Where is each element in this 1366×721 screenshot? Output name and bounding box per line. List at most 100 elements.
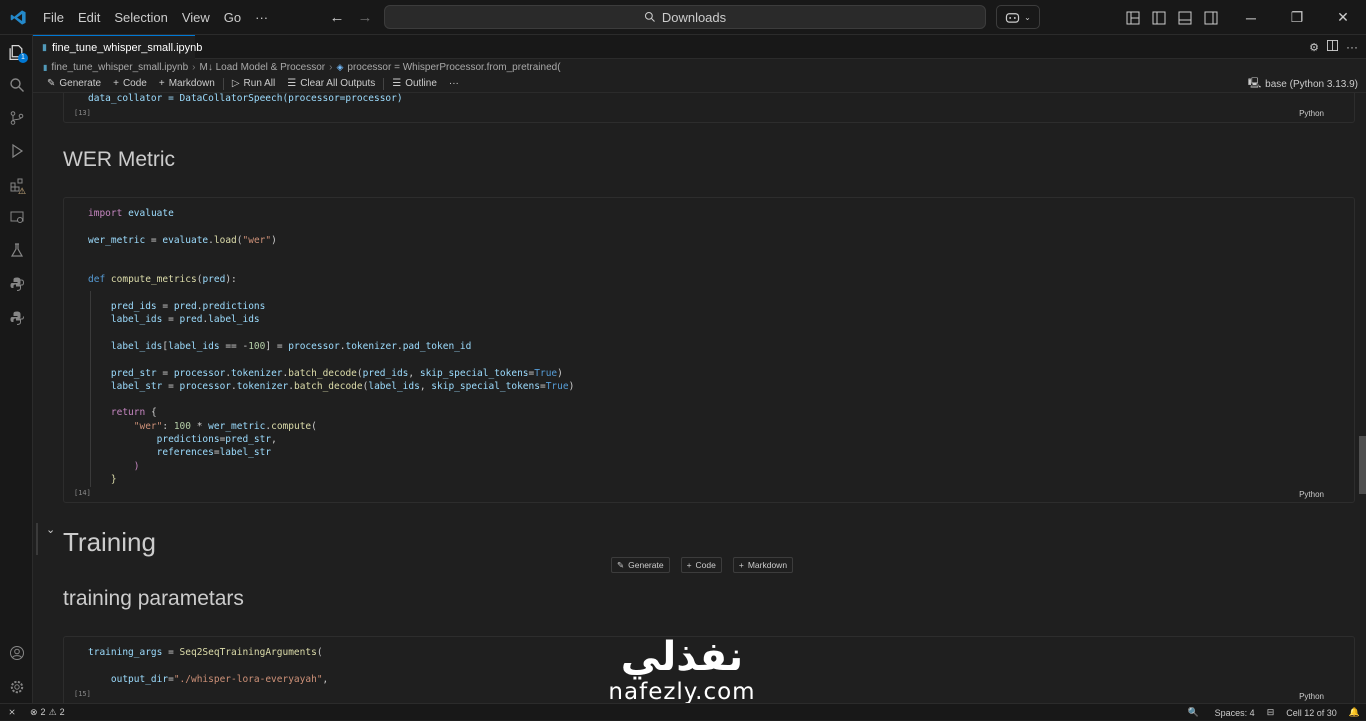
- split-editor-icon[interactable]: [1327, 40, 1338, 54]
- menu-edit[interactable]: Edit: [71, 0, 107, 35]
- source-control-icon[interactable]: [0, 103, 33, 133]
- toggle-primary-sidebar-icon[interactable]: [1148, 7, 1170, 29]
- vscode-logo-icon: [0, 0, 36, 35]
- menu-view[interactable]: View: [175, 0, 217, 35]
- insert-code-button[interactable]: + Code: [680, 557, 722, 573]
- execution-count: [14]: [74, 489, 91, 497]
- indentation-status[interactable]: Spaces: 4: [1209, 708, 1261, 718]
- activity-bar: 1 ⚠: [0, 35, 33, 703]
- sparkle-icon: ✎: [617, 559, 625, 570]
- error-icon: ⊗: [30, 706, 38, 717]
- generate-button[interactable]: ✎ Generate: [41, 76, 107, 92]
- insert-generate-label: Generate: [628, 560, 664, 570]
- close-icon[interactable]: ✕: [1320, 0, 1366, 35]
- cell-language[interactable]: Python: [1299, 692, 1324, 701]
- cell-language[interactable]: Python: [1299, 109, 1324, 118]
- notebook-editor: data_collator = DataCollatorSpeech(proce…: [33, 93, 1366, 703]
- kernel-label: base (Python 3.13.9): [1265, 78, 1358, 90]
- warning-icon: ⚠: [18, 186, 27, 196]
- tab-fine-tune-notebook[interactable]: ▮ fine_tune_whisper_small.ipynb: [33, 35, 202, 59]
- menu-selection[interactable]: Selection: [107, 0, 174, 35]
- search-icon: [644, 11, 655, 22]
- warning-count: 2: [59, 707, 65, 717]
- explorer-icon[interactable]: 1: [0, 37, 33, 67]
- symbol-variable-icon: ◈: [336, 61, 344, 72]
- markdown-heading-training[interactable]: Training: [63, 527, 156, 558]
- breadcrumb-section[interactable]: M↓ Load Model & Processor: [200, 62, 326, 73]
- search-icon[interactable]: [0, 70, 33, 100]
- cell-focus-indicator: [36, 523, 38, 555]
- warning-icon: ⚠: [48, 706, 57, 717]
- copilot-button[interactable]: ⌄: [996, 5, 1040, 29]
- forward-arrow-icon[interactable]: →: [354, 7, 376, 29]
- notebook-file-icon: ▮: [43, 62, 48, 72]
- kernel-picker[interactable]: 🖳 base (Python 3.13.9): [1248, 75, 1358, 93]
- markdown-heading-wer[interactable]: WER Metric: [63, 148, 175, 172]
- back-arrow-icon[interactable]: ←: [326, 7, 348, 29]
- python-environments-icon[interactable]: [0, 303, 33, 333]
- menu-file[interactable]: File: [36, 0, 71, 35]
- notifications-bell-icon[interactable]: 🔔: [1343, 707, 1366, 718]
- insert-generate-button[interactable]: ✎ Generate: [611, 557, 670, 573]
- execution-count: [15]: [74, 690, 91, 698]
- code-editor[interactable]: import evaluate wer_metric = evaluate.lo…: [88, 207, 574, 486]
- add-markdown-cell-button[interactable]: + Markdown: [153, 76, 221, 92]
- copilot-icon: [1006, 12, 1020, 23]
- cell-language[interactable]: Python: [1299, 490, 1324, 499]
- restore-icon[interactable]: ❐: [1274, 0, 1320, 35]
- menu-more[interactable]: ···: [248, 0, 275, 35]
- search-text: Downloads: [661, 9, 727, 25]
- remote-indicator-icon[interactable]: ⨯: [0, 704, 24, 721]
- code-editor[interactable]: training_args = Seq2SeqTrainingArguments…: [88, 646, 328, 686]
- menu-go[interactable]: Go: [217, 0, 248, 35]
- breadcrumb-symbol[interactable]: processor = WhisperProcessor.from_pretra…: [347, 62, 560, 73]
- kernel-icon: 🖳: [1247, 77, 1262, 89]
- outline-button[interactable]: ☰ Outline: [386, 76, 443, 92]
- toggle-panel-icon[interactable]: [1174, 7, 1196, 29]
- run-all-button[interactable]: ▷ Run All: [226, 76, 281, 92]
- add-code-cell-button[interactable]: + Code: [107, 76, 153, 92]
- watermark-arabic: نفذلي: [620, 634, 744, 680]
- accounts-icon[interactable]: [0, 638, 33, 668]
- code-line[interactable]: data_collator = DataCollatorSpeech(proce…: [88, 93, 403, 105]
- problems-indicator[interactable]: ⊗ 2 ⚠ 2: [24, 707, 71, 718]
- toolbar-divider: [383, 77, 385, 90]
- more-actions-icon[interactable]: ···: [1346, 40, 1358, 54]
- markdown-heading-training-params[interactable]: training parametars: [63, 587, 244, 611]
- code-label: Code: [122, 78, 147, 89]
- editor-tab-bar: ▮ fine_tune_whisper_small.ipynb ⚙ ···: [33, 35, 1366, 59]
- breadcrumb: ▮ fine_tune_whisper_small.ipynb › M↓ Loa…: [33, 59, 1366, 75]
- vertical-scrollbar[interactable]: [1359, 436, 1366, 494]
- zoom-icon[interactable]: 🔍: [1177, 707, 1208, 718]
- plus-icon: +: [113, 78, 119, 89]
- title-bar: File Edit Selection View Go ··· ← → Down…: [0, 0, 1366, 35]
- settings-gear-icon[interactable]: [0, 672, 33, 702]
- customize-layout-icon[interactable]: [1122, 7, 1144, 29]
- chevron-right-icon: ›: [192, 61, 196, 73]
- python-icon[interactable]: [0, 269, 33, 299]
- code-cell-13[interactable]: data_collator = DataCollatorSpeech(proce…: [63, 93, 1355, 123]
- minimize-icon[interactable]: ─: [1228, 0, 1274, 35]
- run-debug-icon[interactable]: [0, 136, 33, 166]
- more-actions-icon[interactable]: ···: [443, 78, 465, 89]
- code-cell-14[interactable]: import evaluate wer_metric = evaluate.lo…: [63, 197, 1355, 503]
- remote-explorer-icon[interactable]: [0, 202, 33, 232]
- watermark-latin: nafezly.com: [608, 679, 756, 705]
- code-text: data_collator = DataCollatorSpeech(proce…: [88, 93, 403, 104]
- clear-outputs-button[interactable]: ☰ Clear All Outputs: [281, 76, 381, 92]
- tab-label: fine_tune_whisper_small.ipynb: [51, 41, 203, 54]
- status-bar: ⨯ ⊗ 2 ⚠ 2 🔍 Spaces: 4 ⊟ Cell 12 of 30 🔔: [0, 703, 1366, 720]
- cell-position-status[interactable]: Cell 12 of 30: [1280, 708, 1343, 718]
- notebook-file-icon: ▮: [42, 42, 47, 52]
- chevron-down-icon[interactable]: ⌄: [46, 523, 55, 536]
- breadcrumb-file[interactable]: fine_tune_whisper_small.ipynb: [51, 62, 188, 73]
- toggle-secondary-sidebar-icon[interactable]: [1200, 7, 1222, 29]
- testing-icon[interactable]: [0, 235, 33, 265]
- insert-markdown-button[interactable]: + Markdown: [732, 557, 794, 573]
- notebook-toolbar: ✎ Generate + Code + Markdown ▷ Run All ☰ Clea…: [33, 75, 1366, 93]
- clear-all-icon: ☰: [287, 78, 297, 89]
- command-center-search[interactable]: Downloads: [384, 5, 986, 29]
- insert-markdown-label: Markdown: [747, 560, 788, 570]
- extensions-icon[interactable]: ⚠: [0, 170, 33, 200]
- notebook-settings-gear-icon[interactable]: ⚙: [1309, 41, 1319, 54]
